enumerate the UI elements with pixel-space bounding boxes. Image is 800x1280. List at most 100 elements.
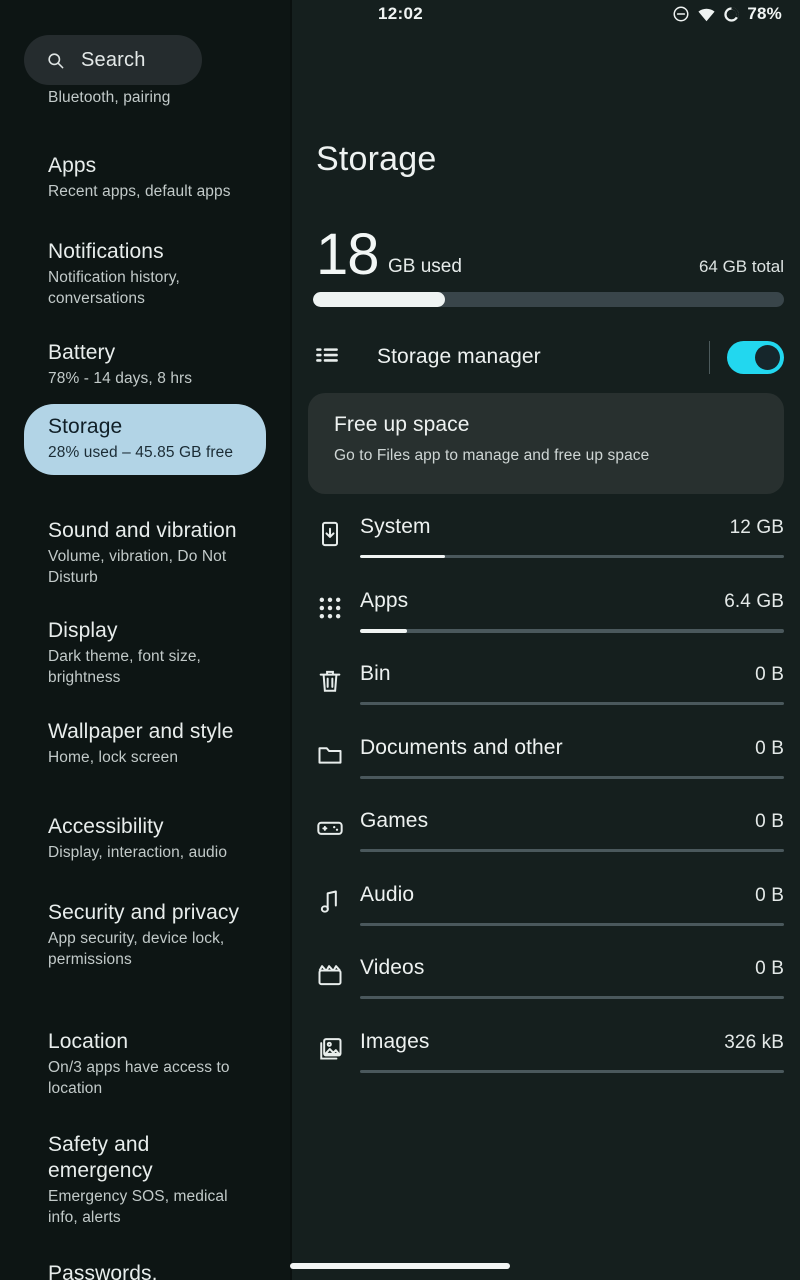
sidebar-item-title: Sound and vibration (48, 519, 237, 542)
storage-category-progress-bar (360, 555, 784, 558)
sidebar-item-accessibility[interactable]: Accessibility Display, interaction, audio (24, 804, 266, 875)
storage-category-name: Images (360, 1029, 430, 1053)
dnd-icon (672, 5, 690, 23)
wifi-icon (697, 5, 716, 24)
storage-category-size: 0 B (755, 884, 784, 906)
storage-category-row[interactable]: Games 0 B (290, 799, 800, 873)
storage-category-progress-bar (360, 628, 784, 633)
storage-category-progress-bar (360, 922, 784, 926)
free-up-space-card[interactable]: Free up space Go to Files app to manage … (308, 393, 784, 494)
sidebar-item-subtitle: Dark theme, font size, brightness (48, 648, 201, 686)
storage-category-progress-bar (360, 702, 784, 705)
storage-category-size: 6.4 GB (724, 590, 784, 612)
search-bar[interactable]: Search (24, 35, 202, 85)
used-unit-label: GB used (388, 256, 462, 277)
sidebar-item-title: Notifications (48, 240, 164, 263)
sidebar-item-subtitle: App security, device lock, permissions (48, 930, 225, 968)
sidebar-item-passwords[interactable]: Passwords, (24, 1251, 266, 1280)
search-icon (46, 51, 65, 70)
sidebar-item-title: Accessibility (48, 815, 164, 838)
storage-category-size: 12 GB (729, 517, 784, 538)
sidebar-item-location[interactable]: Location On/3 apps have access to locatio… (24, 1019, 266, 1111)
home-gesture-bar[interactable] (290, 1263, 510, 1269)
status-clock: 12:02 (378, 4, 423, 23)
sidebar-item-title: Safety and emergency (48, 1133, 153, 1182)
sidebar-item-notifications[interactable]: Notifications Notification history, conve… (24, 229, 266, 321)
storage-category-name: Games (360, 809, 429, 832)
storage-category-name: Apps (360, 588, 409, 612)
storage-category-progress-bar (360, 775, 784, 779)
status-icon-group: 78% (672, 4, 782, 24)
storage-category-row[interactable]: Apps 6.4 GB (290, 579, 800, 653)
storage-category-row[interactable]: System 12 GB (290, 505, 800, 579)
storage-category-name: Videos (360, 956, 425, 979)
sidebar-item-title: Display (48, 619, 118, 642)
search-input-placeholder[interactable]: Search (81, 49, 146, 72)
sidebar-item-subtitle: On/3 apps have access to location (48, 1059, 230, 1097)
sidebar-item-display[interactable]: Display Dark theme, font size, brightness (24, 608, 266, 700)
sidebar-item-apps[interactable]: Apps Recent apps, default apps (24, 143, 266, 214)
sidebar-item-subtitle: Notification history, conversations (48, 269, 180, 307)
sidebar-item-title: Location (48, 1030, 129, 1053)
used-value: 18 (316, 222, 380, 287)
sidebar-item-battery[interactable]: Battery 78% - 14 days, 8 hrs (24, 330, 266, 401)
storage-category-name: Documents and other (360, 735, 563, 759)
total-capacity-label: 64 GB total (698, 257, 784, 276)
navigation-bar (290, 1258, 800, 1280)
gamepad-icon (316, 814, 344, 842)
status-bar: 12:02 78% (290, 0, 800, 34)
storage-category-row[interactable]: Images 326 kB (290, 1020, 800, 1094)
sidebar-item-subtitle: Recent apps, default apps (48, 183, 231, 200)
movie-clapper-icon (316, 961, 344, 989)
sidebar-item-subtitle: Display, interaction, audio (48, 844, 228, 861)
storage-usage-summary: 18 GB used 64 GB total (316, 222, 784, 284)
sidebar-item-subtitle: 78% - 14 days, 8 hrs (48, 370, 193, 387)
page-title: Storage (316, 140, 437, 178)
sidebar-item-title: Security and privacy (48, 901, 240, 924)
storage-manager-icon (314, 344, 340, 370)
sidebar-item-subtitle: Home, lock screen (48, 749, 179, 766)
sidebar-item-title: Passwords, (48, 1262, 158, 1280)
settings-screen: Search Bluetooth, pairing Apps Recent apps… (0, 0, 800, 1280)
storage-panel: 12:02 78% Storage 18 GB used 64 GB total… (290, 0, 800, 1280)
free-up-space-title: Free up space (334, 413, 470, 436)
storage-manager-toggle[interactable] (727, 341, 784, 374)
storage-category-name: Audio (360, 882, 415, 906)
storage-manager-label: Storage manager (377, 345, 541, 368)
sidebar-item-storage[interactable]: Storage 28% used – 45.85 GB free (24, 404, 266, 475)
battery-percent-label: 78% (747, 4, 782, 23)
apps-grid-icon (316, 594, 344, 622)
sidebar-item-title: Wallpaper and style (48, 720, 234, 743)
sidebar-item-title: Storage (48, 415, 123, 438)
storage-category-progress-bar (360, 849, 784, 852)
music-note-icon (316, 888, 344, 916)
storage-category-size: 326 kB (724, 1031, 784, 1053)
storage-category-row[interactable]: Audio 0 B (290, 873, 800, 947)
total-storage-progress-fill (313, 292, 445, 307)
storage-category-row[interactable]: Documents and other 0 B (290, 726, 800, 800)
sidebar-item-security-and-privacy[interactable]: Security and privacy App security, device… (24, 890, 266, 982)
sidebar-item-subtitle: 28% used – 45.85 GB free (48, 444, 234, 461)
storage-category-size: 0 B (755, 811, 784, 832)
sidebar-item-title: Battery (48, 341, 116, 364)
search-suggestion-label: Bluetooth, pairing (48, 89, 171, 106)
trash-icon (316, 667, 344, 695)
storage-category-row[interactable]: Videos 0 B (290, 946, 800, 1020)
sidebar-item-safety-and-emergency[interactable]: Safety and emergency Emergency SOS, medic… (24, 1122, 266, 1240)
storage-category-progress-bar (360, 996, 784, 999)
sidebar-item-wallpaper-and-style[interactable]: Wallpaper and style Home, lock screen (24, 709, 266, 780)
system-phone-download-icon (316, 520, 344, 548)
image-icon (316, 1035, 344, 1063)
sidebar-item-subtitle: Emergency SOS, medical info, alerts (48, 1188, 228, 1226)
storage-manager-row[interactable]: Storage manager (308, 335, 784, 379)
sidebar-item-title: Apps (48, 154, 97, 177)
total-storage-progress-bar (313, 292, 784, 307)
storage-category-name: System (360, 515, 431, 538)
sidebar-item-sound-and-vibration[interactable]: Sound and vibration Volume, vibration, Do… (24, 508, 266, 600)
storage-category-size: 0 B (755, 958, 784, 979)
settings-sidebar: Search Bluetooth, pairing Apps Recent apps… (0, 0, 290, 1280)
battery-circle-icon (723, 6, 740, 23)
search-suggestion-text: Bluetooth, pairing (24, 85, 266, 108)
storage-category-name: Bin (360, 662, 391, 685)
storage-category-row[interactable]: Bin 0 B (290, 652, 800, 726)
